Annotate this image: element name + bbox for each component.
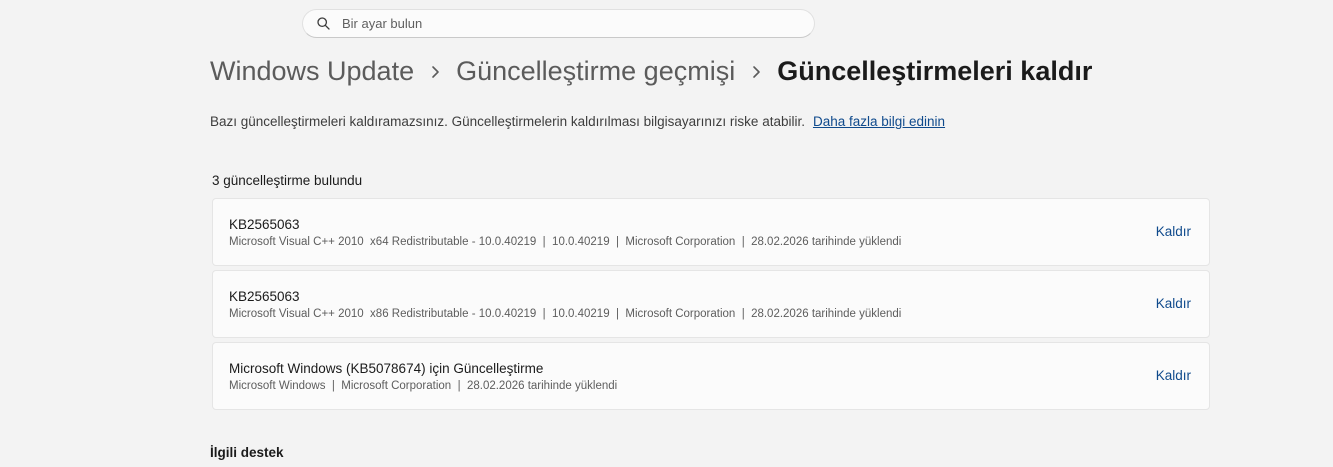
info-text: Bazı güncelleştirmeleri kaldıramazsınız.… <box>210 114 945 129</box>
learn-more-link[interactable]: Daha fazla bilgi edinin <box>813 114 945 129</box>
uninstall-button[interactable]: Kaldır <box>1156 224 1191 239</box>
update-count-label: 3 güncelleştirme bulundu <box>212 173 363 188</box>
update-item: KB2565063 Microsoft Visual C++ 2010 x86 … <box>212 270 1210 338</box>
uninstall-button[interactable]: Kaldır <box>1156 368 1191 383</box>
uninstall-button[interactable]: Kaldır <box>1156 296 1191 311</box>
settings-page: Windows Update Güncelleştirme geçmişi Gü… <box>0 0 1333 467</box>
breadcrumb-windows-update[interactable]: Windows Update <box>210 56 414 87</box>
update-item-details: Microsoft Windows | Microsoft Corporatio… <box>229 380 618 392</box>
search-input[interactable] <box>342 16 782 31</box>
breadcrumb: Windows Update Güncelleştirme geçmişi Gü… <box>210 56 1092 87</box>
update-item-title: KB2565063 <box>229 217 300 232</box>
update-item-details: Microsoft Visual C++ 2010 x64 Redistribu… <box>229 236 902 248</box>
update-item-title: KB2565063 <box>229 289 300 304</box>
chevron-right-icon <box>735 57 777 87</box>
search-icon <box>316 17 330 31</box>
info-message: Bazı güncelleştirmeleri kaldıramazsınız.… <box>210 114 805 129</box>
chevron-right-icon <box>414 57 456 87</box>
update-item: Microsoft Windows (KB5078674) için Günce… <box>212 342 1210 410</box>
update-list: KB2565063 Microsoft Visual C++ 2010 x64 … <box>212 198 1210 414</box>
update-item: KB2565063 Microsoft Visual C++ 2010 x64 … <box>212 198 1210 266</box>
breadcrumb-update-history[interactable]: Güncelleştirme geçmişi <box>456 56 735 87</box>
page-title: Güncelleştirmeleri kaldır <box>777 56 1093 86</box>
related-support-heading: İlgili destek <box>210 445 284 460</box>
update-item-title: Microsoft Windows (KB5078674) için Günce… <box>229 361 544 376</box>
update-item-details: Microsoft Visual C++ 2010 x86 Redistribu… <box>229 308 902 320</box>
search-box[interactable] <box>302 9 815 38</box>
